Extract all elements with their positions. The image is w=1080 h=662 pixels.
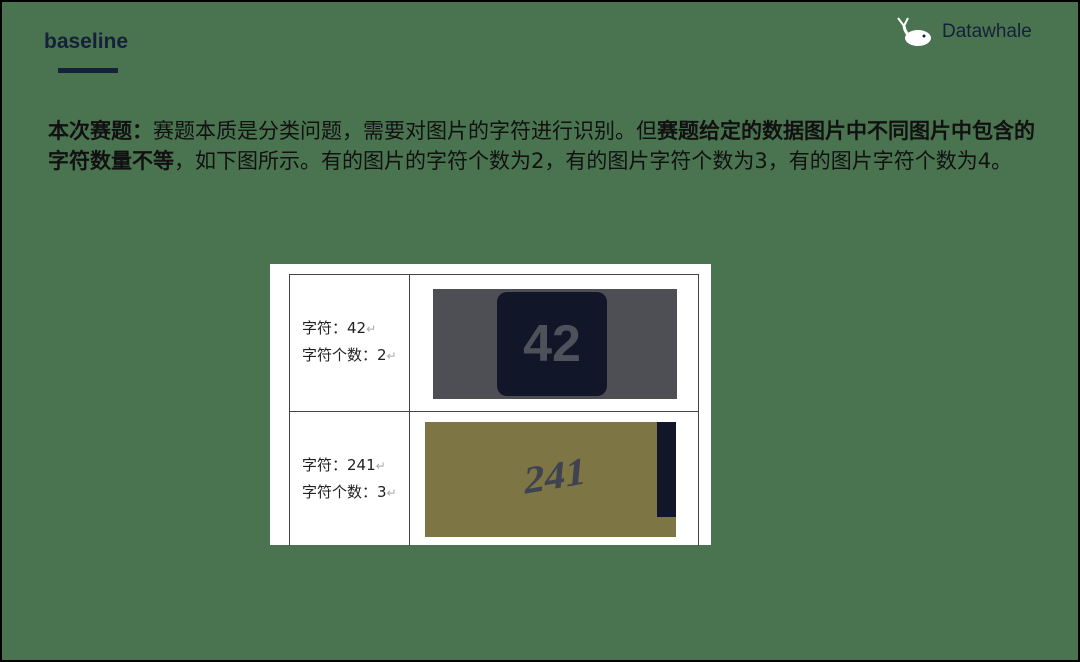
body-normal-1: 赛题本质是分类问题，需要对图片的字符进行识别。但 [153, 119, 657, 143]
table-row-1-label-cell: 字符：42↵ 字符个数：2↵ [289, 274, 410, 412]
body-bold-1: 本次赛题： [48, 119, 153, 143]
image-digits: 42 [497, 292, 607, 396]
datawhale-logo: Datawhale [894, 16, 1032, 48]
table-row-1-image-cell: 42 [409, 274, 699, 412]
body-normal-2: ，如下图所示。有的图片的字符个数为2，有的图片字符个数为3，有的图片字符个数为4… [174, 149, 1013, 173]
image-digits: 241 [522, 448, 588, 503]
sample-image-241: 241 [425, 422, 676, 537]
row-1-count: 字符个数：2 [302, 346, 387, 364]
example-table: 字符：42↵ 字符个数：2↵ 42 字符：241↵ 字符个数：3↵ 241 [270, 264, 711, 546]
slide: baseline Datawhale 本次赛题：赛题本质是分类问题，需要对图片的… [2, 2, 1078, 660]
table-row-2-label-cell: 字符：241↵ 字符个数：3↵ [289, 411, 410, 546]
title-underline [58, 68, 118, 73]
logo-text: Datawhale [942, 21, 1032, 42]
body-text: 本次赛题：赛题本质是分类问题，需要对图片的字符进行识别。但赛题给定的数据图片中不… [48, 116, 1038, 176]
row-1-chars: 字符：42 [302, 319, 367, 337]
whale-icon [897, 17, 931, 46]
sample-image-42: 42 [433, 289, 677, 399]
row-2-count: 字符个数：3 [302, 483, 387, 501]
slide-title: baseline [44, 30, 129, 53]
row-2-chars: 字符：241 [302, 456, 376, 474]
table-row-2-image-cell: 241 [409, 411, 699, 546]
